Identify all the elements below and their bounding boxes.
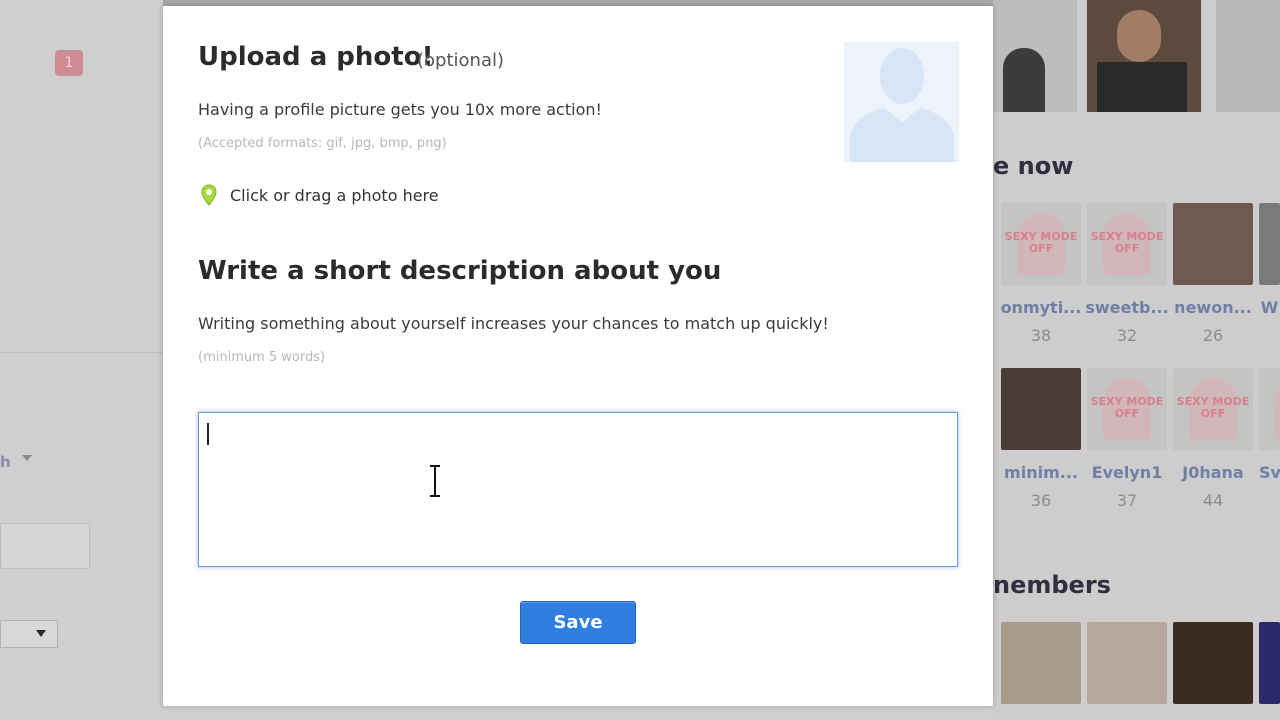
member-photo[interactable]: [993, 0, 1077, 112]
member-age: 36: [1030, 491, 1052, 510]
member-name[interactable]: J0hana: [1170, 463, 1256, 482]
description-subtitle: Writing something about yourself increas…: [198, 314, 829, 333]
sexy-mode-off-label: SEXY MODE OFF: [1090, 230, 1164, 255]
drop-zone-label[interactable]: Click or drag a photo here: [230, 186, 439, 205]
member-thumb[interactable]: [1259, 368, 1280, 450]
member-age: 38: [1030, 326, 1052, 345]
member-name[interactable]: minim...: [998, 463, 1084, 482]
sidebar-input[interactable]: [0, 523, 90, 569]
upload-title: Upload a photo!: [198, 42, 434, 72]
text-caret: [207, 423, 209, 445]
accepted-formats-hint: (Accepted formats: gif, jpg, bmp, png): [198, 136, 447, 151]
left-sidebar: 1 h: [0, 0, 163, 720]
member-thumb[interactable]: [1259, 203, 1280, 285]
member-photo[interactable]: [1087, 0, 1201, 112]
right-members-panel: e now SEXY MODE OFF SEXY MODE OFF onmyti…: [993, 0, 1280, 720]
notification-badge[interactable]: 1: [55, 50, 83, 76]
member-thumb[interactable]: [1087, 622, 1167, 704]
member-thumb[interactable]: [1259, 622, 1280, 704]
sexy-mode-off-label: SEXY MODE OFF: [1176, 395, 1250, 420]
map-pin-icon: [201, 184, 217, 206]
member-age: 37: [1116, 491, 1138, 510]
member-photo[interactable]: [1216, 0, 1280, 112]
member-name[interactable]: newon...: [1170, 298, 1256, 317]
member-thumb[interactable]: [1001, 368, 1081, 450]
member-name[interactable]: sweetb...: [1084, 298, 1170, 317]
ibeam-cursor-icon: [430, 465, 440, 497]
photo-drop-zone[interactable]: Click or drag a photo here: [201, 182, 439, 208]
section-title-members: nembers: [993, 571, 1111, 599]
member-age: 26: [1202, 326, 1224, 345]
profile-setup-modal: Upload a photo! (optional) Having a prof…: [163, 6, 993, 706]
member-name[interactable]: Sv: [1259, 463, 1280, 482]
member-age: 44: [1202, 491, 1224, 510]
upload-optional-label: (optional): [417, 50, 504, 71]
member-name[interactable]: Evelyn1: [1084, 463, 1170, 482]
member-thumb[interactable]: [1173, 203, 1253, 285]
save-button[interactable]: Save: [520, 601, 636, 644]
sexy-mode-off-label: SEXY MODE OFF: [1004, 230, 1078, 255]
member-thumb[interactable]: SEXY MODE OFF: [1087, 203, 1167, 285]
upload-description: Having a profile picture gets you 10x mo…: [198, 100, 602, 119]
member-age: 32: [1116, 326, 1138, 345]
sexy-mode-off-label: SEXY MODE OFF: [1090, 395, 1164, 420]
description-textarea[interactable]: [198, 412, 958, 567]
member-name[interactable]: onmyti...: [998, 298, 1084, 317]
sidebar-divider: [0, 352, 163, 382]
member-thumb[interactable]: [1173, 622, 1253, 704]
user-silhouette-icon: [850, 48, 954, 162]
description-title: Write a short description about you: [198, 256, 722, 286]
partial-dropdown-label[interactable]: h: [0, 453, 11, 471]
member-thumb[interactable]: SEXY MODE OFF: [1173, 368, 1253, 450]
member-thumb[interactable]: SEXY MODE OFF: [1001, 203, 1081, 285]
sidebar-select[interactable]: [0, 620, 58, 648]
avatar-placeholder[interactable]: [844, 42, 959, 162]
member-name[interactable]: W: [1259, 298, 1280, 317]
section-title-online: e now: [993, 152, 1074, 180]
member-thumb[interactable]: [1001, 622, 1081, 704]
minimum-words-hint: (minimum 5 words): [198, 350, 326, 365]
member-thumb[interactable]: SEXY MODE OFF: [1087, 368, 1167, 450]
select-arrow-icon: [36, 630, 46, 637]
chevron-down-icon: [22, 455, 32, 461]
